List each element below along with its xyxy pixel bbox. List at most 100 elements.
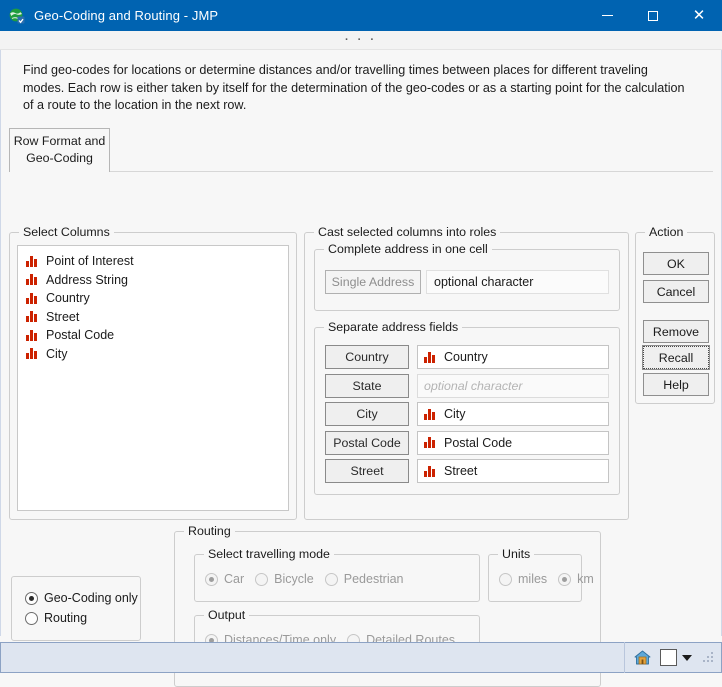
- list-item-label: Address String: [46, 272, 128, 287]
- list-item-label: Postal Code: [46, 328, 115, 343]
- single-address-placeholder: optional character: [434, 275, 534, 289]
- radio-car-indicator[interactable]: [205, 572, 218, 586]
- radio-bicycle[interactable]: Bicycle: [255, 569, 314, 589]
- radio-geo-coding-only-indicator[interactable]: [25, 591, 38, 605]
- minimize-button[interactable]: [584, 0, 630, 31]
- nominal-bar-icon: [26, 255, 39, 267]
- postal-code-role-button[interactable]: Postal Code: [325, 430, 409, 455]
- radio-miles-label: miles: [518, 572, 548, 586]
- help-button[interactable]: Help: [643, 373, 709, 396]
- list-item[interactable]: Point of Interest: [23, 252, 283, 271]
- country-role-button[interactable]: Country: [325, 345, 409, 369]
- units-group: Units miles km: [488, 547, 594, 602]
- status-bar: [0, 642, 722, 673]
- toolbar-overflow-dots[interactable]: · · ·: [345, 34, 377, 46]
- list-item[interactable]: Address String: [23, 271, 283, 290]
- window-titlebar[interactable]: Geo-Coding and Routing - JMP ✕: [0, 0, 722, 31]
- home-icon[interactable]: [634, 650, 651, 665]
- radio-miles[interactable]: miles: [499, 569, 547, 589]
- role-row-street: Street Street: [325, 459, 609, 483]
- toolbar-overflow-strip[interactable]: · · ·: [0, 31, 722, 50]
- role-row-city: City City: [325, 402, 609, 426]
- radio-car[interactable]: Car: [205, 569, 244, 589]
- close-button[interactable]: ✕: [676, 0, 722, 31]
- city-role-button[interactable]: City: [325, 402, 409, 426]
- radio-bicycle-indicator[interactable]: [255, 572, 269, 586]
- radio-km-label: km: [577, 572, 594, 586]
- role-row-postal-code: Postal Code Postal Code: [325, 430, 609, 455]
- radio-bicycle-label: Bicycle: [274, 572, 314, 586]
- tab-label-line1: Row Format and: [13, 134, 106, 148]
- country-role-value: Country: [444, 350, 488, 364]
- list-item-label: Street: [46, 309, 80, 324]
- list-item[interactable]: Postal Code: [23, 326, 283, 345]
- cast-roles-group: Cast selected columns into roles Complet…: [304, 225, 629, 520]
- radio-pedestrian-indicator[interactable]: [324, 572, 338, 586]
- list-item[interactable]: Street: [23, 308, 283, 327]
- single-address-field[interactable]: optional character: [426, 270, 609, 294]
- radio-geo-coding-only[interactable]: Geo-Coding only: [25, 588, 140, 608]
- recall-button[interactable]: Recall: [642, 345, 710, 370]
- cast-roles-legend: Cast selected columns into roles: [314, 225, 501, 239]
- radio-km-indicator[interactable]: [558, 572, 572, 586]
- radio-routing-indicator[interactable]: [25, 611, 38, 625]
- dialog-description: Find geo-codes for locations or determin…: [23, 63, 685, 112]
- chevron-down-icon[interactable]: [682, 654, 692, 661]
- radio-geo-coding-only-label: Geo-Coding only: [44, 591, 138, 605]
- street-role-button[interactable]: Street: [325, 459, 409, 483]
- radio-miles-indicator[interactable]: [499, 572, 512, 586]
- city-role-field[interactable]: City: [417, 402, 609, 426]
- action-legend: Action: [645, 225, 688, 239]
- nominal-bar-icon: [26, 292, 39, 304]
- state-role-button[interactable]: State: [325, 373, 409, 398]
- nominal-bar-icon: [26, 348, 39, 360]
- complete-address-group: Complete address in one cell Single Addr…: [314, 242, 620, 311]
- complete-address-legend: Complete address in one cell: [324, 242, 492, 256]
- separate-address-fields-group: Separate address fields Country Country …: [314, 320, 620, 495]
- city-role-value: City: [444, 407, 466, 421]
- resize-grip[interactable]: [702, 651, 715, 664]
- single-address-button[interactable]: Single Address: [325, 270, 421, 294]
- tab-row-format-and-geo-coding[interactable]: Row Format and Geo-Coding: [9, 128, 110, 172]
- remove-button[interactable]: Remove: [643, 320, 709, 343]
- cancel-button[interactable]: Cancel: [643, 280, 709, 303]
- mode-selection-box: Geo-Coding only Routing: [11, 576, 141, 641]
- nominal-bar-icon: [424, 351, 437, 363]
- list-item[interactable]: Country: [23, 289, 283, 308]
- nominal-bar-icon: [424, 465, 437, 477]
- radio-pedestrian[interactable]: Pedestrian: [324, 569, 404, 589]
- list-item[interactable]: City: [23, 345, 283, 364]
- white-square-button[interactable]: [660, 649, 677, 666]
- maximize-button[interactable]: [630, 0, 676, 31]
- ok-button[interactable]: OK: [643, 252, 709, 275]
- tab-label-line2: Geo-Coding: [26, 151, 93, 165]
- output-legend: Output: [204, 608, 250, 622]
- radio-routing[interactable]: Routing: [25, 608, 140, 628]
- list-item-label: Point of Interest: [46, 254, 134, 269]
- state-role-field[interactable]: optional character: [417, 373, 609, 398]
- radio-pedestrian-label: Pedestrian: [343, 572, 404, 586]
- window-controls: ✕: [584, 0, 722, 31]
- action-group: Action OK Cancel Remove Recall Help: [635, 225, 715, 404]
- units-options: miles km: [499, 569, 594, 589]
- travel-mode-options: Car Bicycle Pedestrian: [205, 569, 473, 589]
- column-list[interactable]: Point of Interest Address String Country…: [17, 245, 289, 511]
- separate-address-fields-legend: Separate address fields: [324, 320, 463, 334]
- single-address-row: Single Address optional character: [325, 270, 609, 294]
- status-bar-message-area: [1, 642, 624, 673]
- travel-mode-group: Select travelling mode Car Bicycle Pedes…: [194, 547, 480, 602]
- radio-km[interactable]: km: [558, 569, 594, 589]
- radio-car-label: Car: [224, 572, 245, 586]
- country-role-field[interactable]: Country: [417, 345, 609, 369]
- travel-mode-legend: Select travelling mode: [204, 547, 334, 561]
- dialog-client-area: Find geo-codes for locations or determin…: [0, 50, 722, 687]
- nominal-bar-icon: [26, 311, 39, 323]
- tab-strip: Row Format and Geo-Coding: [9, 128, 713, 172]
- nominal-bar-icon: [26, 329, 39, 341]
- routing-legend: Routing: [184, 524, 235, 538]
- postal-code-role-field[interactable]: Postal Code: [417, 430, 609, 455]
- units-legend: Units: [498, 547, 535, 561]
- window-title: Geo-Coding and Routing - JMP: [34, 8, 219, 23]
- street-role-field[interactable]: Street: [417, 459, 609, 483]
- globe-icon: [9, 8, 25, 24]
